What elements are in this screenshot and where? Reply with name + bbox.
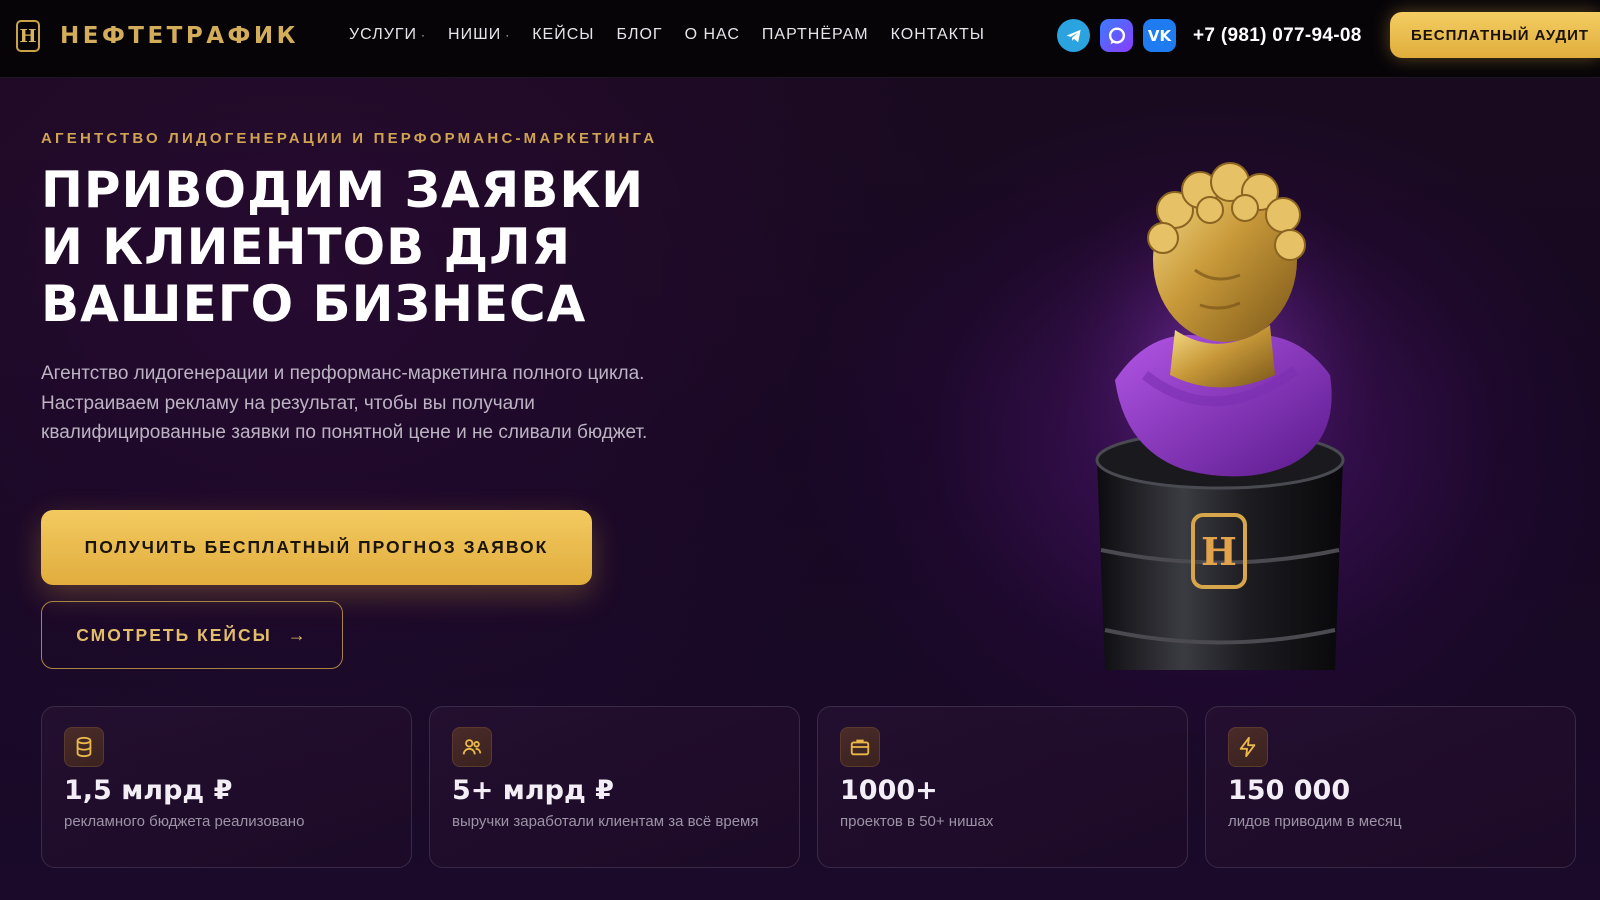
stat-label: рекламного бюджета реализовано (64, 813, 305, 830)
phone-link[interactable]: +7 (981) 077-94-08 (1193, 25, 1362, 47)
stat-card-revenue: 5+ млрд ₽ выручки заработали клиентам за… (429, 706, 800, 868)
stat-value: 1000+ (840, 775, 938, 806)
nav-item-contacts[interactable]: КОНТАКТЫ (891, 26, 985, 44)
arrow-right-icon: → (287, 624, 308, 645)
stat-label: лидов приводим в месяц (1228, 813, 1402, 830)
nav-item-niches[interactable]: НИШИ · (448, 26, 510, 44)
hero-title-line: ПРИВОДИМ ЗАЯВКИ (41, 161, 645, 219)
nav-label: НИШИ (448, 26, 502, 43)
logo[interactable]: Н НЕФТЕТРАФИК (16, 20, 299, 52)
nav-label: УСЛУГИ (349, 26, 418, 43)
nav-label: ПАРТНЁРАМ (761, 26, 869, 43)
bust-on-barrel-illustration: H (1040, 162, 1400, 670)
free-audit-button[interactable]: БЕСПЛАТНЫЙ АУДИТ (1390, 12, 1600, 58)
stat-card-projects: 1000+ проектов в 50+ нишах (817, 706, 1188, 868)
briefcase-icon (840, 727, 880, 767)
get-forecast-button[interactable]: ПОЛУЧИТЬ БЕСПЛАТНЫЙ ПРОГНОЗ ЗАЯВОК (41, 510, 592, 585)
stat-value: 5+ млрд ₽ (452, 775, 614, 806)
hero-title-line: И КЛИЕНТОВ ДЛЯ (41, 218, 572, 276)
main-nav: УСЛУГИ · НИШИ · КЕЙСЫ БЛОГ О НАС ПАРТНЁР… (349, 26, 1007, 44)
dropdown-icon: · (505, 28, 511, 42)
logo-mark-icon: Н (16, 20, 40, 52)
dropdown-icon: · (421, 28, 427, 42)
vk-icon[interactable]: VK (1143, 19, 1176, 52)
stat-value: 150 000 (1228, 775, 1351, 806)
view-cases-button[interactable]: СМОТРЕТЬ КЕЙСЫ → (41, 601, 343, 669)
users-icon (452, 727, 492, 767)
hero-description: Агентство лидогенерации и перформанс-мар… (41, 363, 648, 443)
nav-item-cases[interactable]: КЕЙСЫ (532, 26, 594, 44)
vk-label: VK (1147, 26, 1172, 45)
nav-label: О НАС (684, 26, 740, 43)
stat-card-budget: 1,5 млрд ₽ рекламного бюджета реализован… (41, 706, 412, 868)
barrel-emblem-letter: H (1201, 529, 1237, 574)
stat-value: 1,5 млрд ₽ (64, 775, 233, 806)
nav-label: БЛОГ (616, 26, 663, 43)
site-header: Н НЕФТЕТРАФИК УСЛУГИ · НИШИ · КЕЙСЫ БЛОГ… (0, 0, 1600, 78)
nav-label: КЕЙСЫ (532, 26, 595, 43)
social-links: VK (1057, 19, 1176, 52)
max-messenger-icon[interactable] (1100, 19, 1133, 52)
stat-card-leads: 150 000 лидов приводим в месяц (1205, 706, 1576, 868)
nav-item-blog[interactable]: БЛОГ (616, 26, 662, 44)
nav-item-services[interactable]: УСЛУГИ · (349, 26, 426, 44)
hero-title: ПРИВОДИМ ЗАЯВКИ И КЛИЕНТОВ ДЛЯ ВАШЕГО БИ… (41, 162, 741, 333)
nav-item-partners[interactable]: ПАРТНЁРАМ (762, 26, 869, 44)
telegram-icon[interactable] (1057, 19, 1090, 52)
stat-label: проектов в 50+ нишах (840, 813, 994, 830)
nav-item-about[interactable]: О НАС (685, 26, 740, 44)
lightning-icon (1228, 727, 1268, 767)
nav-label: КОНТАКТЫ (890, 26, 985, 43)
view-cases-label: СМОТРЕТЬ КЕЙСЫ (76, 624, 272, 645)
hero-eyebrow: АГЕНТСТВО ЛИДОГЕНЕРАЦИИ И ПЕРФОРМАНС-МАР… (41, 130, 658, 147)
hero-title-line: ВАШЕГО БИЗНЕСА (41, 275, 587, 333)
logo-text: НЕФТЕТРАФИК (60, 23, 299, 49)
database-icon (64, 727, 104, 767)
stat-label: выручки заработали клиентам за всё время (452, 813, 759, 830)
stats-row: 1,5 млрд ₽ рекламного бюджета реализован… (41, 706, 1576, 868)
